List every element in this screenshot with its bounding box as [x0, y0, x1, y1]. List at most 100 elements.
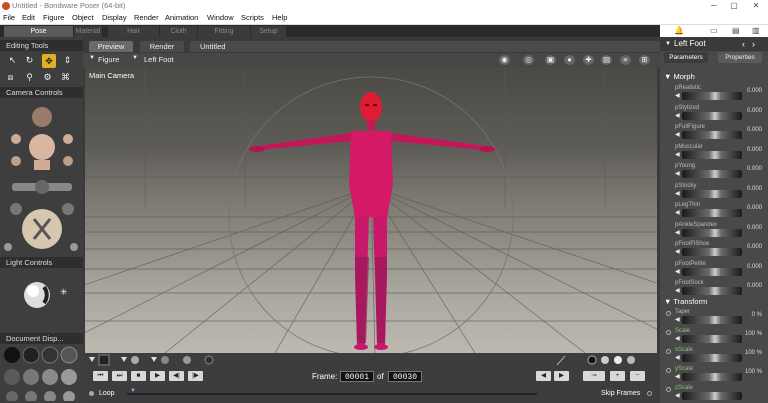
total-frames-field[interactable]: 00030: [388, 371, 422, 382]
document-tab[interactable]: Untitled: [190, 41, 660, 52]
part-dropdown-arrow-icon[interactable]: ▼: [132, 55, 138, 61]
chat-icon[interactable]: ▭: [710, 26, 718, 35]
param-decrement-icon[interactable]: ◀: [675, 373, 680, 380]
param-value[interactable]: 100 %: [742, 369, 762, 375]
minimize-button[interactable]: ─: [704, 0, 724, 12]
param-dial[interactable]: [682, 209, 742, 217]
room-tab-cloth[interactable]: Cloth: [160, 26, 198, 37]
view-options-icon[interactable]: ≡: [620, 55, 631, 65]
param-dial[interactable]: [682, 170, 742, 178]
menu-scripts[interactable]: Scripts: [241, 13, 264, 22]
param-value[interactable]: 0.000: [742, 127, 762, 133]
camera-label[interactable]: Main Camera: [89, 71, 134, 80]
param-value[interactable]: 0.000: [742, 264, 762, 270]
param-value[interactable]: 0.000: [742, 186, 762, 192]
room-tab-pose[interactable]: Pose: [4, 26, 74, 37]
timeline-slider[interactable]: [127, 393, 537, 395]
param-dial[interactable]: [682, 150, 742, 159]
param-value[interactable]: 0.000: [742, 225, 762, 231]
param-decrement-icon[interactable]: ◀: [675, 131, 680, 138]
rotate-tool-icon[interactable]: ↻: [24, 55, 35, 66]
param-value[interactable]: 100 %: [742, 331, 762, 337]
remove-key-button[interactable]: −: [630, 371, 645, 381]
param-dial[interactable]: [682, 373, 742, 381]
param-decrement-icon[interactable]: ◀: [675, 151, 680, 158]
add-key-button[interactable]: +: [610, 371, 625, 381]
camera-controls-widget[interactable]: [4, 99, 80, 257]
menu-animation[interactable]: Animation: [165, 13, 198, 22]
param-decrement-icon[interactable]: ◀: [675, 170, 680, 177]
param-decrement-icon[interactable]: ◀: [675, 354, 680, 361]
prev-key-button[interactable]: ◀: [536, 371, 551, 381]
param-dial[interactable]: [682, 267, 742, 276]
select-tool-icon[interactable]: ↖: [7, 55, 18, 66]
step-back-button[interactable]: ◀|: [169, 371, 184, 381]
param-decrement-icon[interactable]: ◀: [675, 268, 680, 275]
param-value[interactable]: 0.000: [742, 166, 762, 172]
param-dial[interactable]: [682, 316, 742, 324]
layout-icon[interactable]: ⊞: [639, 55, 650, 65]
menu-window[interactable]: Window: [207, 13, 234, 22]
param-dial[interactable]: [682, 248, 742, 256]
room-tab-material[interactable]: Material: [74, 26, 103, 37]
param-decrement-icon[interactable]: ◀: [675, 392, 680, 399]
3d-viewport[interactable]: Main Camera: [85, 67, 657, 353]
wire-icon[interactable]: ✚: [583, 55, 594, 65]
collapse-arrow-icon[interactable]: ▼: [665, 37, 671, 51]
render-camera-icon[interactable]: ◎: [523, 55, 534, 65]
param-dial[interactable]: [682, 354, 742, 362]
preview-icon[interactable]: ▣: [545, 55, 556, 65]
menu-edit[interactable]: Edit: [22, 13, 35, 22]
scale-tool-icon[interactable]: ⚲: [24, 72, 35, 83]
param-decrement-icon[interactable]: ◀: [675, 209, 680, 216]
param-value[interactable]: 0.000: [742, 244, 762, 250]
param-lock-checkbox[interactable]: [666, 349, 671, 354]
param-dial[interactable]: [682, 335, 742, 343]
tab-render[interactable]: Render: [140, 41, 184, 52]
skip-frames-checkbox[interactable]: [647, 391, 652, 396]
tab-parameters[interactable]: Parameters: [664, 52, 708, 63]
param-lock-checkbox[interactable]: [666, 368, 671, 373]
camera-icon[interactable]: ◉: [499, 55, 510, 65]
maximize-button[interactable]: ▢: [724, 0, 744, 12]
play-button[interactable]: ▶: [150, 371, 165, 381]
param-lock-checkbox[interactable]: [666, 311, 671, 316]
actor-name[interactable]: Left Foot: [674, 39, 706, 48]
param-decrement-icon[interactable]: ◀: [675, 335, 680, 342]
param-decrement-icon[interactable]: ◀: [675, 112, 680, 119]
taper-tool-icon[interactable]: ⚙: [42, 72, 53, 83]
param-value[interactable]: 0.000: [742, 108, 762, 114]
figure-dropdown-arrow-icon[interactable]: ▼: [89, 55, 95, 61]
param-value[interactable]: 0.000: [742, 205, 762, 211]
menu-help[interactable]: Help: [272, 13, 287, 22]
picture-icon[interactable]: ▤: [601, 55, 612, 65]
param-decrement-icon[interactable]: ◀: [675, 92, 680, 99]
param-decrement-icon[interactable]: ◀: [675, 316, 680, 323]
menu-file[interactable]: File: [3, 13, 15, 22]
step-forward-button[interactable]: |▶: [188, 371, 203, 381]
part-dropdown[interactable]: Left Foot: [144, 55, 174, 64]
param-dial[interactable]: [682, 228, 742, 237]
param-dial[interactable]: [682, 287, 742, 295]
param-value[interactable]: 0 %: [742, 312, 762, 318]
tab-preview[interactable]: Preview: [89, 41, 133, 52]
timeline-marker-icon[interactable]: ▼: [130, 388, 136, 394]
loop-radio[interactable]: [89, 391, 94, 396]
param-dial[interactable]: [682, 131, 742, 139]
bars-icon[interactable]: ▥: [752, 26, 760, 35]
param-value[interactable]: 100 %: [742, 350, 762, 356]
param-dial[interactable]: [682, 111, 742, 120]
next-key-button[interactable]: ▶: [554, 371, 569, 381]
close-button[interactable]: ✕: [746, 0, 766, 12]
key-icon[interactable]: ⊸: [583, 371, 605, 381]
display-style-strip[interactable]: [87, 354, 647, 366]
menu-display[interactable]: Display: [102, 13, 127, 22]
param-dial[interactable]: [682, 392, 742, 400]
twist-tool-icon[interactable]: ⇕: [62, 55, 73, 66]
param-decrement-icon[interactable]: ◀: [675, 248, 680, 255]
menu-render[interactable]: Render: [134, 13, 159, 22]
bell-icon[interactable]: 🔔: [674, 26, 684, 35]
first-frame-button[interactable]: ⏮: [93, 371, 108, 381]
param-value[interactable]: 0.000: [742, 283, 762, 289]
translate-tool-icon[interactable]: ✥: [42, 54, 56, 68]
